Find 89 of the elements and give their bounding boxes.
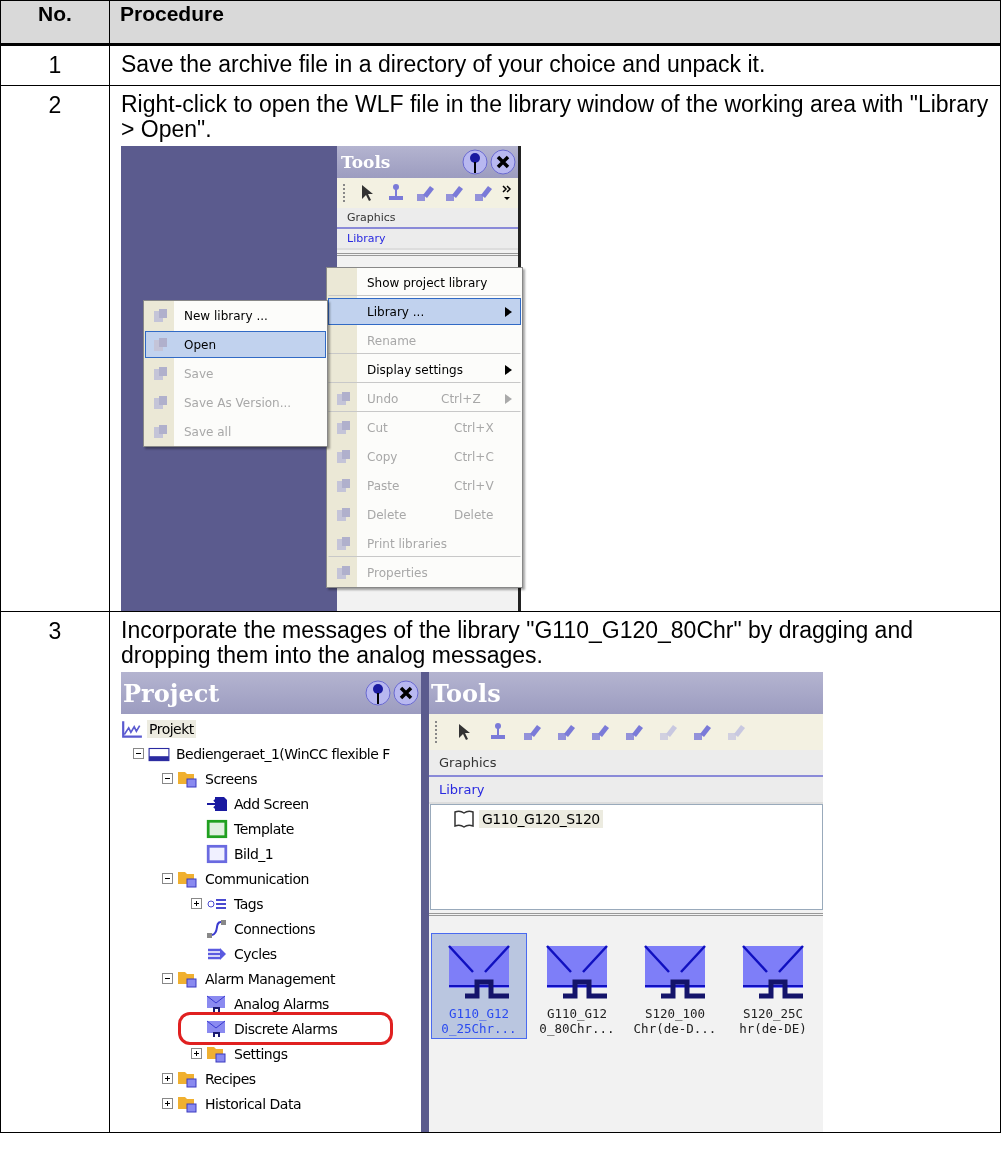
close-icon[interactable]: [490, 149, 516, 175]
template-icon: [206, 818, 228, 839]
library-tool-icon[interactable]: [473, 183, 493, 203]
alarm-envelope-icon: [741, 944, 805, 1000]
menu-item[interactable]: Library ...: [328, 298, 521, 325]
pin-icon[interactable]: [365, 680, 391, 706]
tree-item[interactable]: Alarm Management: [203, 969, 337, 988]
menu-item-icon: [335, 476, 353, 495]
tree-item[interactable]: Analog Alarms: [232, 994, 331, 1013]
library-tool-icon[interactable]: [624, 722, 644, 742]
panel-title: Tools: [431, 678, 502, 708]
menu-item-icon: [335, 418, 353, 437]
menu-item-icon: [335, 534, 353, 553]
chart-icon: [121, 718, 143, 739]
collapse-icon[interactable]: [162, 973, 173, 984]
tree-item[interactable]: Tags: [232, 894, 265, 913]
alarm-envelope-icon: [643, 944, 707, 1000]
tree-item[interactable]: Cycles: [232, 944, 279, 963]
submenu-arrow-icon: [505, 306, 512, 317]
library-tool-icon[interactable]: [444, 183, 464, 203]
expand-icon[interactable]: [162, 1073, 173, 1084]
expand-icon[interactable]: [191, 898, 202, 909]
library-tool-icon[interactable]: [415, 183, 435, 203]
tree-item[interactable]: Discrete Alarms: [232, 1019, 340, 1038]
collapse-icon[interactable]: [133, 748, 144, 759]
menu-item-icon: [335, 505, 353, 524]
menu-item[interactable]: Show project library: [328, 269, 521, 296]
menu-item[interactable]: Open: [145, 331, 326, 358]
submenu-arrow-icon: [505, 364, 512, 375]
stamp-icon[interactable]: [488, 722, 508, 742]
tree-item[interactable]: Recipes: [203, 1069, 258, 1088]
panel-tab[interactable]: Library: [337, 229, 518, 250]
close-icon[interactable]: [393, 680, 419, 706]
tree-item[interactable]: Communication: [203, 869, 311, 888]
menu-item-icon: [152, 422, 170, 441]
library-item[interactable]: G110_G12 0_80Chr...: [529, 933, 625, 1039]
step-number: 2: [0, 85, 110, 612]
library-name[interactable]: G110_G120_S120: [479, 810, 603, 828]
collapse-icon[interactable]: [162, 773, 173, 784]
menu-item-icon: [152, 306, 170, 325]
step-number: 1: [0, 44, 110, 86]
alarm-envelope-icon: [545, 944, 609, 1000]
menu-item-icon: [152, 364, 170, 383]
procedure-text: Save the archive file in a directory of your choice and unpack it.: [121, 52, 767, 77]
library-item[interactable]: S120_25C hr(de-DE): [725, 933, 821, 1039]
menu-item-icon: [335, 447, 353, 466]
tree-item[interactable]: Add Screen: [232, 794, 311, 813]
envelope-icon: [206, 993, 228, 1014]
expand-icon[interactable]: [162, 1098, 173, 1109]
procedure-text: Right-click to open the WLF file in the library window of the working area with "Library > Open".: [121, 92, 990, 142]
library-tool-icon[interactable]: [692, 722, 712, 742]
procedure-text: Incorporate the messages of the library "G110_G120_80Chr" by dragging and dropping them into the analog messages.: [121, 618, 914, 668]
screen-icon: [206, 843, 228, 864]
submenu-arrow-icon: [505, 393, 512, 404]
panel-tab[interactable]: Graphics: [429, 750, 823, 777]
step-number: 3: [0, 611, 110, 1133]
collapse-icon[interactable]: [162, 873, 173, 884]
tree-item[interactable]: Connections: [232, 919, 317, 938]
library-tool-icon[interactable]: [590, 722, 610, 742]
panel-tab[interactable]: Graphics: [337, 208, 518, 229]
pin-icon[interactable]: [462, 149, 488, 175]
tree-item[interactable]: Bediengeraet_1(WinCC flexible F: [174, 744, 392, 763]
tree-item[interactable]: Screens: [203, 769, 259, 788]
column-header: No.: [0, 0, 110, 45]
tree-item[interactable]: Bild_1: [232, 844, 276, 863]
tree-item[interactable]: Historical Data: [203, 1094, 303, 1113]
column-header: Procedure: [109, 0, 1001, 45]
library-tool-icon[interactable]: [556, 722, 576, 742]
library-item[interactable]: G110_G12 0_25Chr...: [431, 933, 527, 1039]
tree-item[interactable]: Settings: [232, 1044, 290, 1063]
panel-tab[interactable]: Library: [429, 777, 823, 804]
menu-item-icon: [152, 335, 170, 354]
panel-title: Project: [123, 678, 221, 708]
library-item[interactable]: S120_100 Chr(de-D...: [627, 933, 723, 1039]
menu-item-icon: [152, 393, 170, 412]
menu-item[interactable]: New library ...: [145, 302, 326, 329]
book-icon: [453, 809, 475, 829]
envelope-icon: [206, 1018, 228, 1039]
tree-item[interactable]: Template: [232, 819, 296, 838]
tree-item[interactable]: Projekt: [147, 719, 196, 738]
library-tool-icon[interactable]: [522, 722, 542, 742]
panel-title: Tools: [341, 152, 392, 172]
menu-item-icon: [335, 389, 353, 408]
menu-item-icon: [335, 563, 353, 582]
stamp-icon[interactable]: [386, 183, 406, 203]
overflow-chevron-icon[interactable]: [502, 184, 512, 202]
connection-icon: [206, 918, 228, 939]
alarm-envelope-icon: [447, 944, 511, 1000]
expand-icon[interactable]: [191, 1048, 202, 1059]
